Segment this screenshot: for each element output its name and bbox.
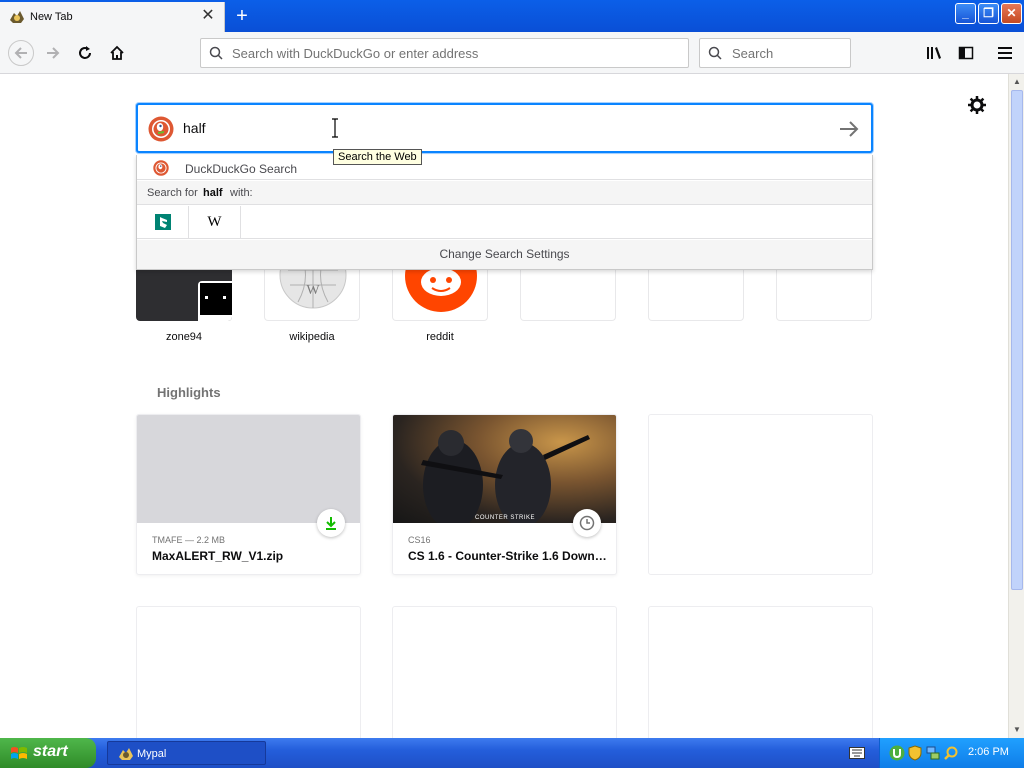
top-site-reddit[interactable] [392,264,488,321]
site-icon [198,281,232,321]
search-for-suffix: with: [230,187,253,199]
download-icon [317,509,345,537]
forward-icon[interactable] [41,41,65,65]
highlight-title: CS 1.6 - Counter-Strike 1.6 Download [408,549,608,563]
highlight-title: MaxALERT_RW_V1.zip [152,549,284,563]
search-suggestions-panel: DuckDuckGo Search Search for half with: … [136,155,873,270]
highlight-meta: CS16 [408,535,431,545]
mypal-logo-icon [119,748,133,760]
start-label: start [33,743,68,760]
highlights-heading: Highlights [157,385,221,400]
tooltip: Search the Web [333,149,422,165]
top-site-placeholder [520,264,616,321]
library-icon[interactable] [922,41,946,65]
text-cursor-icon [332,118,338,138]
arrow-right-icon[interactable] [838,119,860,139]
tab-title: New Tab [30,11,73,23]
highlight-meta: TMAFE — 2.2 MB [152,535,226,545]
close-tab-icon[interactable]: ✕ [200,8,216,24]
network-icon[interactable] [925,745,941,761]
bing-engine-button[interactable] [137,206,189,238]
top-site-label: wikipedia [289,331,335,343]
duckduckgo-logo-icon [148,116,174,142]
duckduckgo-logo-icon [153,160,169,176]
highlight-card[interactable]: COUNTER STRIKE CS16 CS 1.6 - Counter-Str… [392,414,617,575]
tab-new-tab[interactable]: New Tab ✕ [0,2,225,32]
top-site-wikipedia[interactable]: W [264,264,360,321]
wikipedia-icon: W [207,213,222,230]
wikipedia-engine-button[interactable]: W [189,206,241,238]
search-for-header: Search for half with: [137,181,872,205]
scroll-down-arrow-icon[interactable]: ▼ [1009,722,1024,738]
search-icon [708,46,722,60]
minimize-button[interactable]: _ [955,3,976,24]
sidebar-icon[interactable] [954,41,978,65]
top-site-zone94[interactable] [136,264,232,321]
reload-icon[interactable] [73,41,97,65]
highlight-placeholder [136,606,361,738]
content-search-box[interactable]: half [136,103,873,153]
taskbar-item-label: Mypal [137,748,167,760]
new-tab-button[interactable]: + [232,5,252,27]
taskbar: start Mypal 2:06 PM [0,738,1024,768]
new-tab-page: zone94 W wikipedia reddit half Search th… [0,74,1008,738]
close-window-button[interactable]: ✕ [1001,3,1022,24]
start-button[interactable]: start [0,738,96,768]
scroll-thumb[interactable] [1011,90,1023,590]
clock: 2:06 PM [968,746,1009,758]
vertical-scrollbar[interactable]: ▲ ▼ [1008,74,1024,738]
suggestion-label: DuckDuckGo Search [185,162,298,176]
taskbar-item-mypal[interactable]: Mypal [107,741,266,765]
windows-logo-icon [11,747,27,759]
mypal-logo-icon [10,11,24,23]
counter-strike-logo: COUNTER STRIKE [475,515,536,521]
change-search-settings-button[interactable]: Change Search Settings [137,240,872,269]
search-for-prefix: Search for [147,187,198,199]
scroll-up-arrow-icon[interactable]: ▲ [1009,74,1024,90]
restore-button[interactable]: ❐ [978,3,999,24]
highlight-placeholder [648,606,873,738]
clock-icon [573,509,601,537]
svg-text:W: W [306,283,320,298]
bing-icon [154,214,171,230]
suggestion-duckduckgo-search[interactable]: DuckDuckGo Search [137,155,872,180]
system-tray: 2:06 PM [879,738,1024,768]
top-site-label: reddit [426,331,454,343]
keyboard-icon[interactable] [849,747,865,759]
highlight-placeholder [392,606,617,738]
top-site-label: zone94 [165,331,203,343]
home-icon[interactable] [105,41,129,65]
gear-icon[interactable] [967,95,987,115]
search-icon [209,46,223,60]
title-bar: New Tab ✕ + _ ❐ ✕ [0,0,1024,32]
search-input-placeholder: Search [732,46,774,61]
search-query-text[interactable]: half [183,120,206,136]
back-icon[interactable] [8,40,34,66]
search-icon[interactable] [943,745,959,761]
navigation-toolbar: Search with DuckDuckGo or enter address … [0,32,1024,74]
url-input-placeholder: Search with DuckDuckGo or enter address [232,46,479,61]
highlight-image: COUNTER STRIKE [393,415,616,523]
top-site-placeholder [776,264,872,321]
top-site-placeholder [648,264,744,321]
search-for-term: half [203,187,223,199]
one-off-engines: W [137,206,872,239]
search-bar[interactable]: Search [699,38,851,68]
utorrent-icon[interactable] [889,745,905,761]
security-shield-icon[interactable] [907,745,923,761]
wikipedia-globe-icon: W [279,264,347,309]
reddit-logo-icon [405,264,477,312]
url-bar[interactable]: Search with DuckDuckGo or enter address [200,38,689,68]
highlight-card[interactable]: TMAFE — 2.2 MB MaxALERT_RW_V1.zip [136,414,361,575]
highlight-image [137,415,360,523]
highlight-placeholder [648,414,873,575]
hamburger-menu-icon[interactable] [993,41,1017,65]
